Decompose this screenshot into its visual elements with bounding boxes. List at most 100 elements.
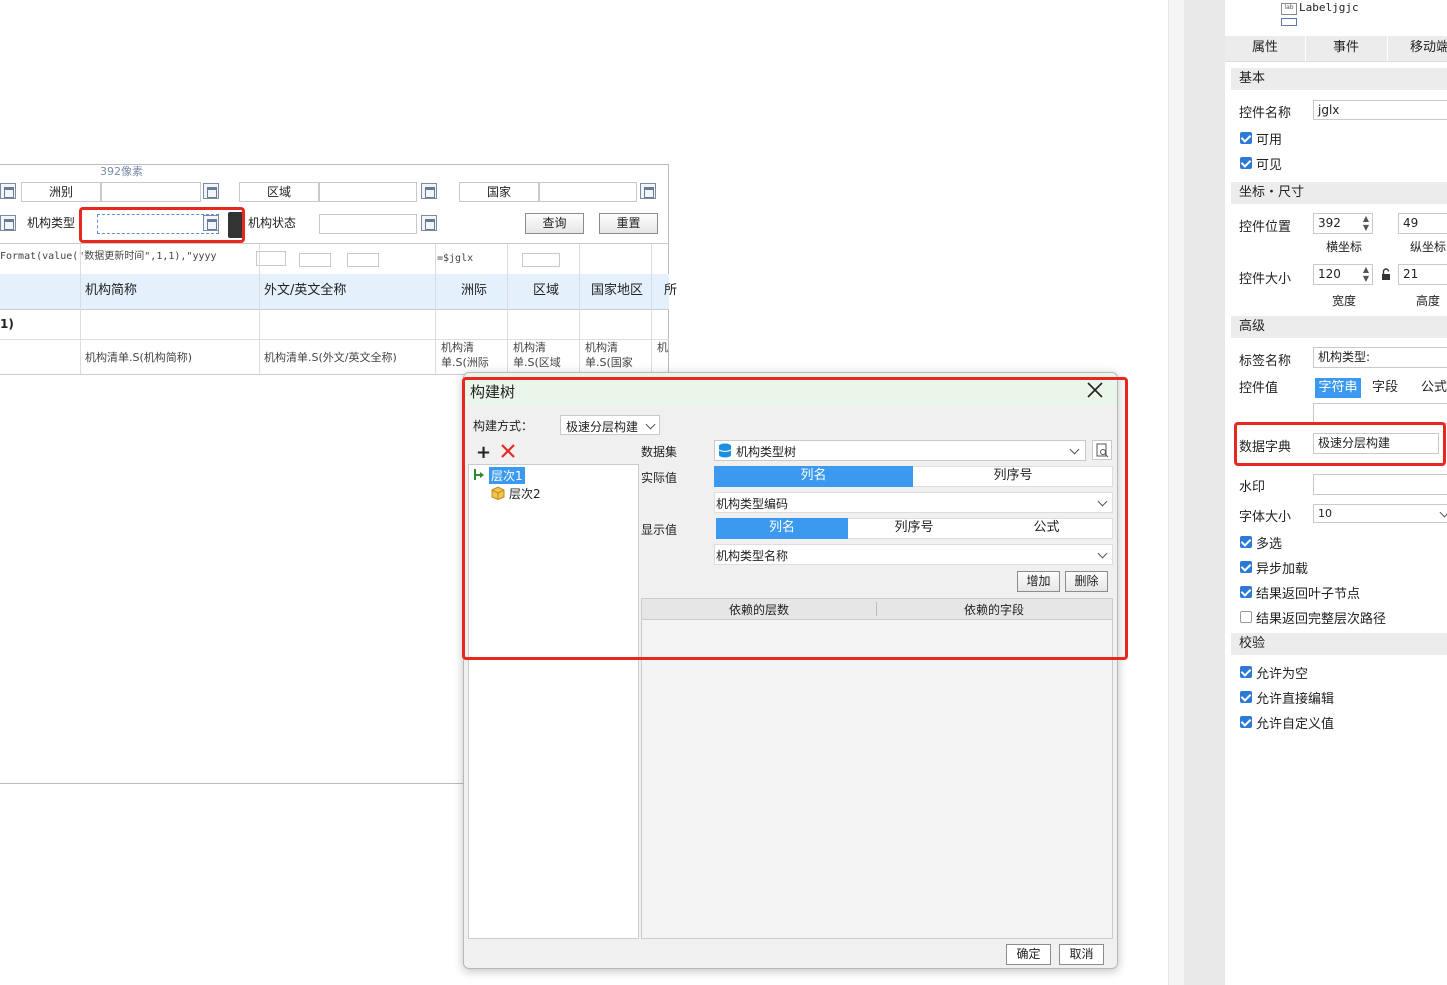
continent-input[interactable]: [101, 182, 201, 202]
lock-icon[interactable]: [1381, 268, 1391, 281]
column-header: 外文/英文全称: [264, 283, 347, 298]
enabled-checkbox[interactable]: [1240, 132, 1252, 144]
dict-input[interactable]: 极速分层构建: [1313, 433, 1439, 454]
position-label: 控件位置: [1239, 220, 1292, 235]
org-type-input[interactable]: [97, 214, 219, 234]
column-header: 国家地区: [591, 283, 644, 298]
display-field-select[interactable]: 机构类型名称: [714, 544, 1113, 565]
region-input[interactable]: [319, 182, 417, 202]
query-button[interactable]: 查询: [525, 213, 584, 234]
tab-value-string[interactable]: 字符串: [1315, 378, 1361, 398]
add-button[interactable]: 增加: [1017, 571, 1060, 592]
empty-cell: [299, 253, 331, 267]
font-size-select[interactable]: 10: [1313, 504, 1447, 523]
country-input[interactable]: [539, 182, 637, 202]
calendar-icon[interactable]: [0, 215, 16, 231]
add-icon[interactable]: +: [476, 444, 491, 462]
empty-cell: [347, 253, 379, 267]
lock-icon[interactable]: [228, 212, 244, 238]
tag-label: 标签名称: [1239, 354, 1292, 369]
divider: [435, 244, 436, 374]
preview-icon[interactable]: [1092, 440, 1112, 460]
tab-display-formula[interactable]: 公式: [980, 518, 1113, 539]
pos-y-input[interactable]: 49: [1398, 213, 1447, 234]
spinner-icon[interactable]: ▲ ▼: [1360, 265, 1372, 284]
multi-select-label: 多选: [1256, 537, 1283, 552]
tab-actual-colname[interactable]: 列名: [714, 466, 913, 487]
section-coords[interactable]: 坐标・尺寸: [1231, 182, 1447, 204]
watermark-input[interactable]: [1313, 474, 1447, 495]
label-icon: lab: [1281, 3, 1297, 15]
calendar-icon[interactable]: [203, 183, 219, 199]
calendar-icon[interactable]: [0, 183, 16, 199]
calendar-icon[interactable]: [421, 215, 437, 231]
divider: [507, 244, 508, 374]
return-full-path-checkbox[interactable]: [1240, 611, 1252, 623]
dataset-select[interactable]: 机构类型树: [714, 440, 1086, 461]
dict-label: 数据字典: [1239, 440, 1292, 455]
spinner-icon[interactable]: ▲ ▼: [1360, 214, 1372, 233]
tab-events[interactable]: 事件: [1307, 38, 1385, 58]
delete-icon[interactable]: [500, 443, 516, 459]
display-field-value: 机构类型名称: [716, 549, 789, 563]
size-label: 控件大小: [1239, 272, 1292, 287]
divider: [80, 244, 81, 374]
ok-button[interactable]: 确定: [1006, 944, 1051, 965]
value-input[interactable]: [1313, 403, 1447, 424]
reset-button[interactable]: 重置: [599, 213, 658, 234]
dataset-label: 数据集: [641, 445, 678, 459]
org-status-input[interactable]: [319, 214, 417, 234]
data-cell: 机构清单.S(机构简称): [85, 351, 193, 364]
formula-cell: Format(value("数据更新时间",1,1),"yyyy: [0, 251, 217, 262]
divider: [0, 309, 669, 310]
tree-node-label: 层次1: [489, 467, 525, 484]
allow-custom-checkbox[interactable]: [1240, 716, 1252, 728]
allow-empty-checkbox[interactable]: [1240, 666, 1252, 678]
empty-cell: [256, 251, 286, 266]
section-advanced[interactable]: 高级: [1231, 316, 1447, 338]
display-value-label: 显示值: [641, 523, 678, 537]
tab-value-formula[interactable]: 公式: [1411, 378, 1447, 398]
height-input[interactable]: 21: [1398, 264, 1447, 285]
column-header: 洲际: [461, 283, 488, 298]
actual-field-select[interactable]: 机构类型编码: [714, 492, 1113, 513]
column-header: 依赖的层数: [728, 603, 789, 617]
calendar-icon[interactable]: [203, 215, 219, 231]
delete-button[interactable]: 删除: [1065, 571, 1108, 592]
async-load-checkbox[interactable]: [1240, 561, 1252, 573]
return-leaf-checkbox[interactable]: [1240, 586, 1252, 598]
build-mode-select[interactable]: 极速分层构建: [560, 415, 660, 435]
name-input[interactable]: jglx: [1313, 100, 1447, 120]
section-basic[interactable]: 基本: [1231, 68, 1447, 90]
tab-value-field[interactable]: 字段: [1363, 378, 1407, 398]
allow-edit-checkbox[interactable]: [1240, 691, 1252, 703]
dialog-title: 构建树: [470, 383, 516, 401]
tab-actual-colindex[interactable]: 列序号: [913, 466, 1113, 487]
build-mode-value: 极速分层构建: [566, 420, 639, 434]
multi-select-checkbox[interactable]: [1240, 536, 1252, 548]
tab-display-colname[interactable]: 列名: [716, 518, 848, 539]
divider: [1305, 36, 1306, 61]
tree-root-icon: [473, 468, 485, 482]
tab-properties[interactable]: 属性: [1227, 38, 1303, 58]
column-header: 区域: [533, 283, 560, 298]
continent-label: 洲别: [21, 182, 101, 202]
column-header: 机构简称: [85, 283, 138, 298]
tab-display-colindex[interactable]: 列序号: [848, 518, 980, 539]
tag-input[interactable]: 机构类型:: [1313, 347, 1447, 368]
divider: [0, 243, 669, 244]
divider: [579, 244, 580, 374]
cancel-button[interactable]: 取消: [1059, 944, 1104, 965]
component-tree-item[interactable]: Labeljgjc: [1299, 1, 1359, 14]
close-icon[interactable]: [1084, 379, 1106, 401]
data-cell: 机构清单.S(区域: [513, 341, 561, 369]
section-validation[interactable]: 校验: [1231, 633, 1447, 655]
tab-mobile[interactable]: 移动端: [1389, 38, 1447, 58]
calendar-icon[interactable]: [421, 183, 437, 199]
dialog-title-bar: [464, 373, 1117, 405]
visible-checkbox[interactable]: [1240, 157, 1252, 169]
data-cell: 机构清单.S(洲际: [441, 341, 489, 369]
ruler-label: 392像素: [100, 165, 143, 178]
calendar-icon[interactable]: [640, 183, 656, 199]
return-leaf-label: 结果返回叶子节点: [1256, 587, 1361, 602]
